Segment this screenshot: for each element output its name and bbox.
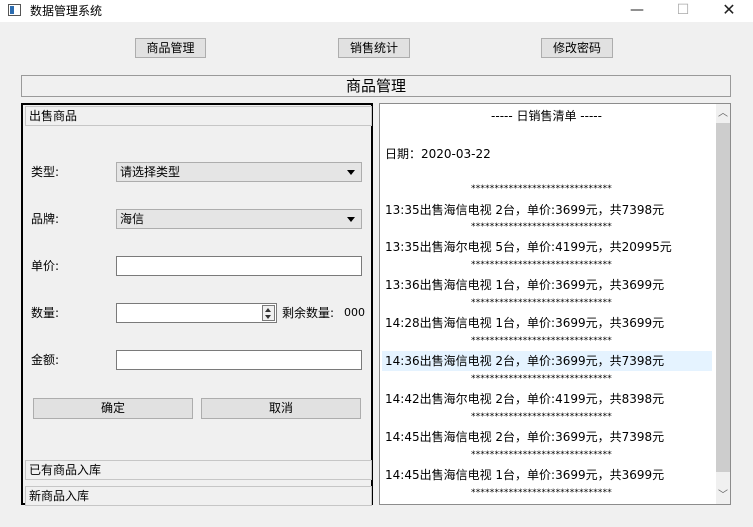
minimize-button[interactable]: — xyxy=(614,0,660,22)
scrollbar[interactable]: ︿ ﹀ xyxy=(716,104,730,504)
receipt-separator: ****************************** xyxy=(471,374,612,384)
receipt-separator: ****************************** xyxy=(471,450,612,460)
chevron-down-icon xyxy=(347,170,355,175)
receipt-separator: ****************************** xyxy=(471,260,612,270)
quantity-stepper[interactable] xyxy=(116,303,277,323)
sales-entry[interactable]: 13:35出售海信电视 2台，单价:3699元，共7398元 xyxy=(382,200,712,220)
maximize-button[interactable]: ☐ xyxy=(660,0,706,22)
arrow-down-icon[interactable] xyxy=(265,315,271,319)
sales-entry[interactable]: 13:35出售海尔电视 5台，单价:4199元，共20995元 xyxy=(382,237,712,257)
receipt-title: ----- 日销售清单 ----- xyxy=(491,109,602,123)
sales-entry[interactable]: 14:45出售海信电视 1台，单价:3699元，共3699元 xyxy=(382,465,712,485)
title-bar: 数据管理系统 — ☐ ✕ xyxy=(0,0,753,22)
page-title: 商品管理 xyxy=(21,75,731,97)
receipt-separator: ****************************** xyxy=(471,488,612,498)
goods-toolbox: 出售商品 类型: 请选择类型 品牌: 海信 单价: 数量: 剩余数量: 000 … xyxy=(21,103,373,506)
sales-entry[interactable]: 14:45出售海信电视 2台，单价:3699元，共7398元 xyxy=(382,427,712,447)
brand-select-value: 海信 xyxy=(120,212,145,226)
brand-select[interactable]: 海信 xyxy=(116,209,362,229)
sales-statistics-button[interactable]: 销售统计 xyxy=(338,38,410,58)
receipt-date: 日期：2020-03-22 xyxy=(385,147,491,161)
change-password-button[interactable]: 修改密码 xyxy=(541,38,613,58)
receipt-separator: ****************************** xyxy=(471,184,612,194)
tab-new-goods-stock[interactable]: 新商品入库 xyxy=(25,486,372,506)
amount-label: 金额: xyxy=(31,353,60,367)
sales-entry[interactable]: 14:28出售海信电视 1台，单价:3699元，共3699元 xyxy=(382,313,712,333)
stepper-buttons[interactable] xyxy=(262,305,275,321)
scrollbar-thumb[interactable] xyxy=(716,123,730,472)
tab-existing-goods-stock[interactable]: 已有商品入库 xyxy=(25,460,372,480)
receipt-separator: ****************************** xyxy=(471,298,612,308)
tab-sell-goods[interactable]: 出售商品 xyxy=(25,106,372,126)
type-label: 类型: xyxy=(31,165,60,179)
price-label: 单价: xyxy=(31,259,60,273)
receipt-separator: ****************************** xyxy=(471,336,612,346)
sales-entry[interactable]: 14:36出售海信电视 2台，单价:3699元，共7398元 xyxy=(382,351,712,371)
window-title: 数据管理系统 xyxy=(30,4,103,18)
type-select-value: 请选择类型 xyxy=(120,165,181,179)
daily-sales-list[interactable]: ----- 日销售清单 ----- 日期：2020-03-22 ********… xyxy=(379,103,731,505)
brand-label: 品牌: xyxy=(31,212,60,226)
receipt-separator: ****************************** xyxy=(471,412,612,422)
chevron-down-icon xyxy=(347,217,355,222)
scroll-up-icon[interactable]: ︿ xyxy=(718,109,728,119)
sales-entry[interactable]: 13:36出售海信电视 1台，单价:3699元，共3699元 xyxy=(382,275,712,295)
confirm-button[interactable]: 确定 xyxy=(33,398,193,419)
quantity-label: 数量: xyxy=(31,306,60,320)
remaining-value: 000 xyxy=(344,306,365,319)
arrow-up-icon[interactable] xyxy=(265,308,271,312)
scroll-down-icon[interactable]: ﹀ xyxy=(718,491,728,501)
remaining-label: 剩余数量: xyxy=(282,306,335,320)
amount-input[interactable] xyxy=(116,350,362,370)
close-button[interactable]: ✕ xyxy=(706,0,752,22)
price-input[interactable] xyxy=(116,256,362,276)
goods-management-button[interactable]: 商品管理 xyxy=(135,38,206,58)
sales-entry[interactable]: 14:42出售海尔电视 2台，单价:4199元，共8398元 xyxy=(382,389,712,409)
type-select[interactable]: 请选择类型 xyxy=(116,162,362,182)
receipt-separator: ****************************** xyxy=(471,222,612,232)
app-icon xyxy=(8,4,21,16)
cancel-button[interactable]: 取消 xyxy=(201,398,361,419)
